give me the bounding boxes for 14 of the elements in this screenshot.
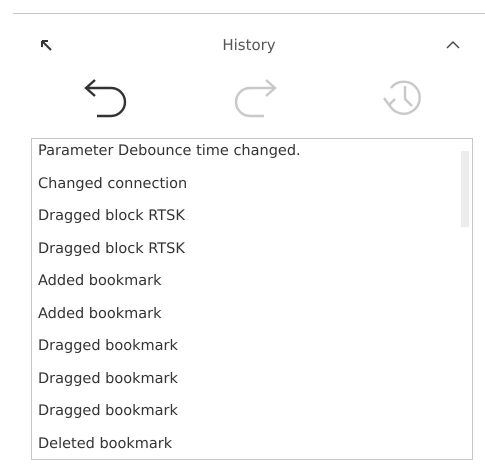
history-item[interactable]: Parameter Debounce time changed.: [38, 141, 472, 174]
history-item[interactable]: Dragged block RTSK: [38, 206, 472, 238]
history-item[interactable]: Changed connection: [38, 174, 472, 206]
undo-icon[interactable]: [83, 78, 129, 118]
history-item[interactable]: Dragged bookmark: [38, 368, 472, 401]
history-item[interactable]: Deleted bookmark: [38, 434, 472, 459]
history-item[interactable]: Dragged block RTSK: [38, 238, 472, 271]
history-item[interactable]: Dragged bookmark: [38, 336, 472, 368]
history-item[interactable]: Added bookmark: [38, 304, 472, 336]
collapse-caret-icon[interactable]: [446, 41, 460, 49]
panel-title: History: [221, 36, 277, 54]
undock-arrow-icon[interactable]: [40, 39, 52, 51]
history-item[interactable]: Dragged bookmark: [38, 401, 472, 434]
history-item[interactable]: Added bookmark: [38, 271, 472, 304]
